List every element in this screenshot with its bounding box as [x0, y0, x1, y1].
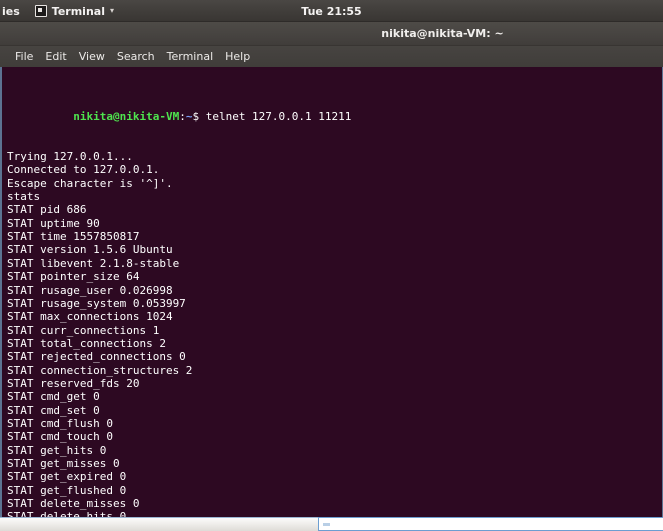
terminal-output-line: STAT curr_connections 1	[7, 323, 160, 337]
bottom-panel	[0, 517, 663, 531]
terminal-output-line: STAT rusage_user 0.026998	[7, 283, 173, 297]
prompt-user-host: nikita@nikita-VM	[73, 110, 180, 124]
top-panel-left: ies Terminal ▾	[0, 0, 118, 22]
bottom-panel-marker-icon	[323, 523, 330, 526]
terminal-output-line: STAT pointer_size 64	[7, 270, 140, 284]
activities-label-truncated[interactable]: ies	[0, 5, 20, 18]
terminal-output-line: STAT pid 686	[7, 203, 87, 217]
terminal-output-line: STAT get_flushed 0	[7, 483, 127, 497]
terminal-output-area[interactable]: nikita@nikita-VM:~$ telnet 127.0.0.1 112…	[0, 67, 663, 517]
terminal-output-line: STAT libevent 2.1.8-stable	[7, 256, 180, 270]
terminal-output-line: Connected to 127.0.0.1.	[7, 163, 160, 177]
terminal-text: nikita@nikita-VM:~$ telnet 127.0.0.1 112…	[7, 70, 662, 517]
menu-item-view[interactable]: View	[73, 46, 111, 67]
terminal-output-line: STAT cmd_get 0	[7, 390, 100, 404]
terminal-output-line: STAT rejected_connections 0	[7, 350, 186, 364]
terminal-output-line: STAT max_connections 1024	[7, 310, 173, 324]
menu-item-help[interactable]: Help	[219, 46, 256, 67]
prompt-symbol: $	[192, 110, 206, 124]
menu-item-edit[interactable]: Edit	[39, 46, 72, 67]
terminal-prompt-line: nikita@nikita-VM:~$ telnet 127.0.0.1 112…	[7, 97, 662, 123]
terminal-output-line: STAT uptime 90	[7, 216, 100, 230]
terminal-output-line: Escape character is '^]'.	[7, 176, 173, 190]
terminal-output-line: STAT version 1.5.6 Ubuntu	[7, 243, 173, 257]
prompt-separator: :	[179, 110, 186, 124]
terminal-output-line: STAT cmd_flush 0	[7, 416, 113, 430]
terminal-output-line: STAT get_hits 0	[7, 443, 107, 457]
clock-label[interactable]: Tue 21:55	[301, 5, 361, 18]
menu-item-terminal[interactable]: Terminal	[161, 46, 220, 67]
terminal-output-line: STAT reserved_fds 20	[7, 376, 140, 390]
menu-item-search[interactable]: Search	[111, 46, 161, 67]
terminal-window: nikita@nikita-VM: ~ File Edit View Searc…	[0, 22, 663, 517]
terminal-output-line: Trying 127.0.0.1...	[7, 150, 133, 164]
app-menu-title: Terminal	[51, 4, 105, 18]
terminal-output-line: STAT get_expired 0	[7, 470, 127, 484]
terminal-icon	[34, 5, 47, 17]
app-menu-terminal[interactable]: Terminal ▾	[31, 0, 118, 22]
terminal-output-line: STAT time 1557850817	[7, 230, 140, 244]
terminal-output-line: STAT rusage_system 0.053997	[7, 296, 186, 310]
terminal-output-line: STAT total_connections 2	[7, 336, 166, 350]
terminal-output-line: STAT get_misses 0	[7, 456, 120, 470]
window-titlebar[interactable]: nikita@nikita-VM: ~	[0, 22, 663, 46]
bottom-panel-right-segment[interactable]	[318, 517, 663, 531]
terminal-output-line: STAT cmd_touch 0	[7, 430, 113, 444]
window-title: nikita@nikita-VM: ~	[381, 27, 504, 40]
terminal-output-line: stats	[7, 190, 41, 204]
menu-item-file[interactable]: File	[9, 46, 39, 67]
desktop-screen: ies Terminal ▾ Tue 21:55 nikita@nikita-V…	[0, 0, 663, 531]
menubar: File Edit View Search Terminal Help	[0, 46, 663, 67]
terminal-output-line: STAT cmd_set 0	[7, 403, 100, 417]
terminal-output-line: STAT delete_hits 0	[7, 510, 127, 517]
terminal-output-line: STAT delete_misses 0	[7, 497, 140, 510]
terminal-output-line: STAT connection_structures 2	[7, 363, 193, 377]
bottom-panel-left-segment[interactable]	[0, 517, 318, 531]
terminal-command: telnet 127.0.0.1 11211	[205, 110, 352, 124]
top-panel: ies Terminal ▾ Tue 21:55	[0, 0, 663, 22]
chevron-down-icon: ▾	[109, 6, 114, 15]
